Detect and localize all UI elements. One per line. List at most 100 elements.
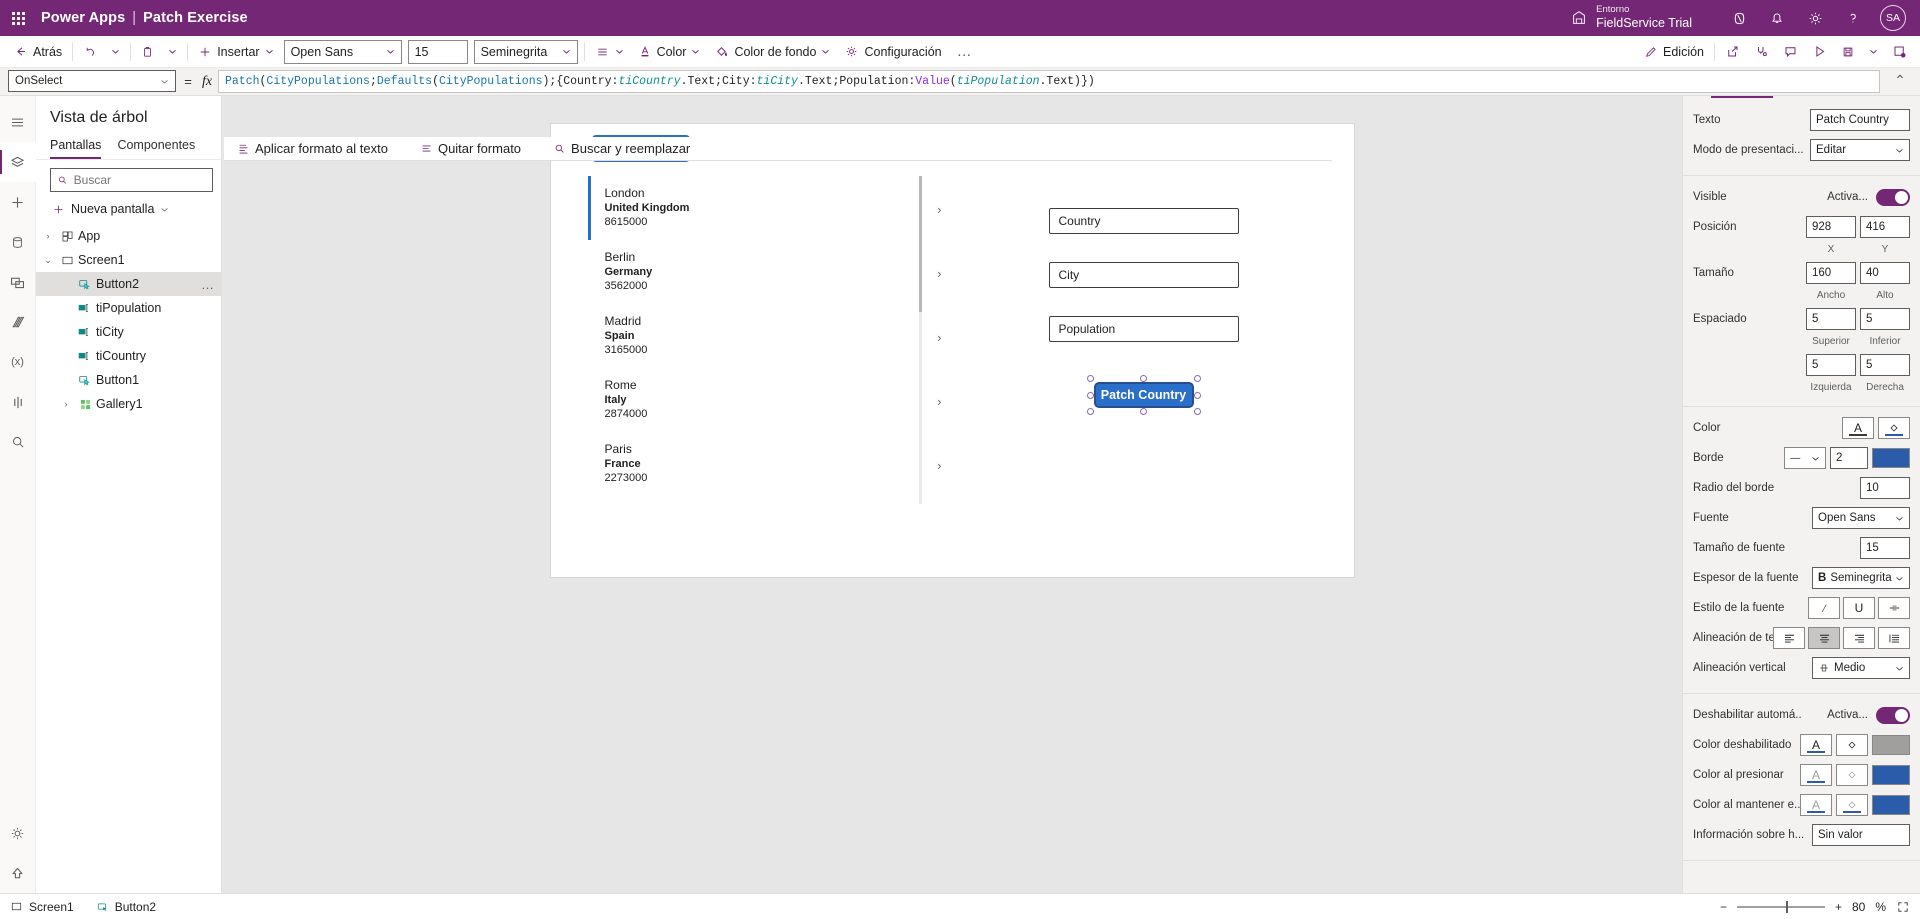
chevron-right-icon[interactable]: › bbox=[40, 231, 56, 241]
insert-button[interactable]: Insertar bbox=[191, 38, 280, 66]
padding-left-field[interactable]: 5 bbox=[1806, 354, 1856, 376]
components-icon[interactable] bbox=[0, 382, 36, 422]
fontweight-select[interactable]: B Seminegrita bbox=[1812, 567, 1910, 589]
settings-icon[interactable] bbox=[1796, 0, 1834, 36]
fill-color-button[interactable]: Color de fondo bbox=[707, 38, 837, 66]
gallery-item[interactable]: Madrid Spain 3165000 › bbox=[588, 304, 960, 368]
text-input-city[interactable]: City bbox=[1048, 262, 1239, 288]
size-height-field[interactable]: 40 bbox=[1860, 262, 1910, 284]
share-button[interactable] bbox=[1718, 38, 1747, 66]
gallery-item[interactable]: Rome Italy 2874000 › bbox=[588, 368, 960, 432]
formula-collapse-button[interactable]: ⌃ bbox=[1880, 68, 1920, 95]
avatar[interactable]: SA bbox=[1880, 5, 1906, 31]
border-color-swatch[interactable] bbox=[1872, 448, 1910, 468]
new-screen-button[interactable]: Nueva pantalla bbox=[36, 196, 221, 224]
strikethrough-button[interactable] bbox=[1878, 597, 1910, 619]
chevron-right-icon[interactable]: › bbox=[937, 330, 941, 345]
position-x-field[interactable]: 928 bbox=[1806, 216, 1856, 238]
text-align-button[interactable] bbox=[588, 38, 631, 66]
power-automate-icon[interactable] bbox=[0, 302, 36, 342]
undo-dropdown[interactable] bbox=[104, 38, 127, 66]
tree-node-button2[interactable]: Button2… bbox=[36, 272, 221, 296]
bottom-control-tab[interactable]: Button2 bbox=[96, 900, 156, 914]
padding-top-field[interactable]: 5 bbox=[1806, 308, 1856, 330]
size-width-field[interactable]: 160 bbox=[1806, 262, 1856, 284]
fit-screen-icon[interactable] bbox=[1896, 900, 1910, 914]
text-color-button[interactable]: Color bbox=[631, 38, 708, 66]
gallery-item[interactable]: Berlin Germany 3562000 › bbox=[588, 240, 960, 304]
chevron-right-icon[interactable]: › bbox=[58, 399, 74, 409]
menu-icon[interactable] bbox=[0, 102, 36, 142]
font-select[interactable]: Open Sans bbox=[1812, 507, 1910, 529]
fontsize-field[interactable]: 15 bbox=[1860, 537, 1910, 559]
align-right-button[interactable] bbox=[1843, 627, 1875, 649]
chevron-right-icon[interactable]: › bbox=[937, 458, 941, 473]
settings-icon[interactable] bbox=[0, 813, 36, 853]
gallery-item[interactable]: London United Kingdom 8615000 › bbox=[587, 176, 960, 240]
disabled-font-color-button[interactable]: A bbox=[1800, 734, 1832, 756]
back-button[interactable]: Atrás bbox=[6, 38, 69, 66]
tree-node-gallery1[interactable]: › Gallery1 bbox=[36, 392, 221, 416]
pressed-color-swatch[interactable] bbox=[1872, 765, 1910, 785]
font-color-button[interactable]: A bbox=[1842, 417, 1874, 439]
tree-node-ticountry[interactable]: tiCountry bbox=[36, 344, 221, 368]
insert-icon[interactable] bbox=[0, 182, 36, 222]
chevron-right-icon[interactable]: › bbox=[937, 202, 941, 217]
undo-button[interactable] bbox=[76, 38, 104, 66]
zoom-slider[interactable] bbox=[1736, 900, 1825, 913]
property-select[interactable]: OnSelect bbox=[8, 70, 176, 92]
disabled-fill-color-button[interactable] bbox=[1836, 734, 1868, 756]
display-mode-select[interactable]: Editar bbox=[1810, 139, 1910, 161]
tree-view-icon[interactable] bbox=[0, 142, 36, 182]
align-justify-button[interactable] bbox=[1878, 627, 1910, 649]
paste-dropdown[interactable] bbox=[161, 38, 184, 66]
save-button[interactable] bbox=[1834, 38, 1862, 66]
patch-country-button[interactable]: Patch Country bbox=[1093, 382, 1194, 408]
pressed-fill-color-button[interactable] bbox=[1836, 764, 1868, 786]
save-dropdown[interactable] bbox=[1862, 38, 1885, 66]
align-center-button[interactable] bbox=[1808, 627, 1840, 649]
search-input[interactable] bbox=[73, 173, 206, 187]
format-text-button[interactable]: Aplicar formato al texto bbox=[230, 135, 395, 163]
paste-button[interactable] bbox=[134, 38, 161, 66]
zoom-out-button[interactable]: − bbox=[1720, 900, 1727, 914]
text-input-country[interactable]: Country bbox=[1048, 208, 1239, 234]
text-input-population[interactable]: Population bbox=[1048, 316, 1239, 342]
gallery-control[interactable]: London United Kingdom 8615000 › Berlin German… bbox=[587, 176, 960, 506]
app-checker-button[interactable] bbox=[1747, 38, 1776, 66]
hover-fill-color-button[interactable] bbox=[1836, 794, 1868, 816]
settings-button[interactable]: Configuración bbox=[837, 38, 948, 66]
chevron-right-icon[interactable]: › bbox=[937, 266, 941, 281]
tree-node-button1[interactable]: Button1 bbox=[36, 368, 221, 392]
radius-field[interactable]: 10 bbox=[1860, 477, 1910, 499]
pressed-font-color-button[interactable]: A bbox=[1800, 764, 1832, 786]
italic-button[interactable]: / bbox=[1808, 597, 1840, 619]
search-icon[interactable] bbox=[0, 422, 36, 462]
notifications-icon[interactable] bbox=[1758, 0, 1796, 36]
tab-componentes[interactable]: Componentes bbox=[117, 136, 195, 159]
underline-button[interactable]: U bbox=[1843, 597, 1875, 619]
font-weight-select[interactable]: Seminegrita bbox=[473, 39, 578, 64]
autodisable-toggle[interactable] bbox=[1876, 706, 1910, 724]
app-launcher-icon[interactable] bbox=[12, 11, 25, 25]
tab-pantallas[interactable]: Pantallas bbox=[50, 136, 102, 159]
tree-node-overflow-button[interactable]: … bbox=[201, 277, 215, 292]
find-replace-button[interactable]: Buscar y reemplazar bbox=[546, 135, 697, 163]
tree-node-screen1[interactable]: ⌄ Screen1 bbox=[36, 248, 221, 272]
upgrade-icon[interactable] bbox=[0, 853, 36, 893]
border-style-select[interactable]: — bbox=[1784, 447, 1826, 469]
font-family-select[interactable]: Open Sans bbox=[283, 39, 402, 64]
tooltip-field[interactable]: Sin valor bbox=[1812, 824, 1910, 846]
media-icon[interactable] bbox=[0, 262, 36, 302]
tree-node-ticity[interactable]: tiCity bbox=[36, 320, 221, 344]
border-width-field[interactable]: 2 bbox=[1830, 447, 1868, 469]
zoom-in-button[interactable]: + bbox=[1835, 900, 1842, 914]
disabled-color-swatch[interactable] bbox=[1872, 735, 1910, 755]
position-y-field[interactable]: 416 bbox=[1860, 216, 1910, 238]
clear-format-button[interactable]: Quitar formato bbox=[413, 135, 528, 163]
valign-select[interactable]: Medio bbox=[1812, 657, 1910, 679]
hover-font-color-button[interactable]: A bbox=[1800, 794, 1832, 816]
font-size-input[interactable]: 15 bbox=[407, 39, 468, 64]
help-icon[interactable] bbox=[1834, 0, 1872, 36]
search-box[interactable] bbox=[50, 168, 213, 192]
